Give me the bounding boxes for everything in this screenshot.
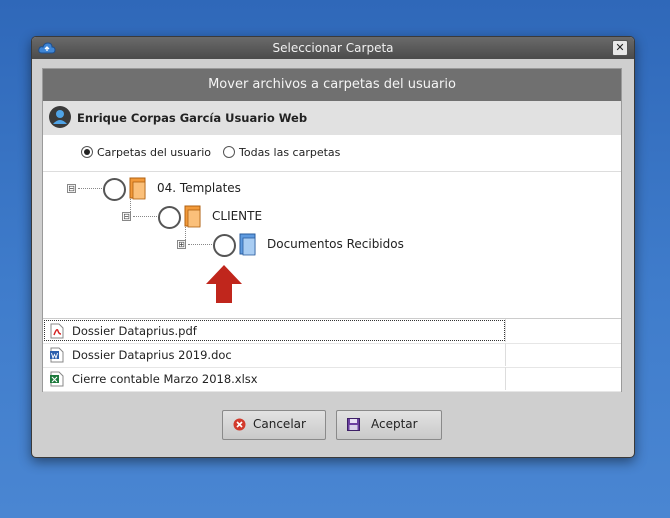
tree-connector [78, 188, 102, 189]
tree-node-radio[interactable] [213, 234, 236, 257]
accept-button[interactable]: Aceptar [336, 410, 442, 440]
collapse-icon[interactable]: ⊟ [67, 184, 76, 193]
blue-folder-icon [239, 233, 256, 256]
radio-button-selected[interactable] [81, 146, 93, 158]
cancel-button-label: Cancelar [253, 417, 306, 431]
cancel-button[interactable]: Cancelar [222, 410, 326, 440]
tree-node-templates[interactable]: ⊟ 04. Templates [43, 176, 343, 201]
orange-folder-icon [184, 205, 201, 228]
dialog-header: Mover archivos a carpetas del usuario [43, 69, 621, 101]
save-icon [347, 418, 360, 431]
tree-node-documentos-recibidos[interactable]: ⊞ Documentos Recibidos [43, 232, 443, 257]
tree-node-label: 04. Templates [157, 181, 241, 195]
user-row: Enrique Corpas García Usuario Web [43, 101, 621, 135]
radio-all-folders[interactable]: Todas las carpetas [223, 146, 340, 159]
orange-folder-icon [129, 177, 146, 200]
file-row[interactable]: Cierre contable Marzo 2018.xlsx [43, 367, 621, 392]
tree-node-radio[interactable] [158, 206, 181, 229]
radio-all-folders-label: Todas las carpetas [239, 146, 341, 159]
radio-button[interactable] [223, 146, 235, 158]
red-arrow-up-icon [206, 265, 242, 303]
collapse-icon[interactable]: ⊟ [122, 212, 131, 221]
accept-button-label: Aceptar [371, 417, 418, 431]
user-name: Enrique Corpas García Usuario Web [77, 111, 308, 125]
folder-scope-selector: Carpetas del usuario Todas las carpetas [43, 135, 621, 172]
file-row[interactable]: Dossier Dataprius 2019.doc [43, 343, 621, 368]
file-name-cell[interactable]: Cierre contable Marzo 2018.xlsx [43, 367, 506, 390]
file-name: Dossier Dataprius.pdf [72, 324, 197, 338]
expand-icon[interactable]: ⊞ [177, 240, 186, 249]
file-name-cell[interactable]: Dossier Dataprius 2019.doc [43, 343, 506, 366]
select-folder-dialog: Seleccionar Carpeta ✕ Mover archivos a c… [31, 36, 635, 458]
file-name: Dossier Dataprius 2019.doc [72, 348, 232, 362]
title-bar[interactable]: Seleccionar Carpeta ✕ [32, 37, 634, 59]
file-name: Cierre contable Marzo 2018.xlsx [72, 372, 258, 386]
window-title: Seleccionar Carpeta [272, 41, 394, 55]
tree-node-cliente[interactable]: ⊟ CLIENTE [43, 204, 343, 229]
close-button[interactable]: ✕ [612, 40, 628, 56]
cancel-icon [233, 418, 246, 431]
word-icon [50, 347, 64, 363]
tree-connector [133, 216, 157, 217]
radio-user-folders-label: Carpetas del usuario [97, 146, 212, 159]
file-name-cell[interactable]: Dossier Dataprius.pdf [43, 319, 506, 342]
excel-icon [50, 371, 64, 387]
file-list: Dossier Dataprius.pdf Dossier Dataprius … [43, 318, 621, 392]
file-row[interactable]: Dossier Dataprius.pdf [43, 319, 621, 344]
user-icon [49, 106, 71, 128]
folder-tree: ⊟ 04. Templates ⊟ CLIENTE ⊞ Documentos R… [43, 172, 621, 312]
tree-connector [188, 244, 212, 245]
pdf-icon [50, 323, 64, 339]
tree-node-label: Documentos Recibidos [267, 237, 404, 251]
radio-user-folders[interactable]: Carpetas del usuario [81, 146, 211, 159]
tree-node-radio[interactable] [103, 178, 126, 201]
dialog-content: Mover archivos a carpetas del usuario En… [42, 68, 622, 392]
tree-node-label: CLIENTE [212, 209, 263, 223]
